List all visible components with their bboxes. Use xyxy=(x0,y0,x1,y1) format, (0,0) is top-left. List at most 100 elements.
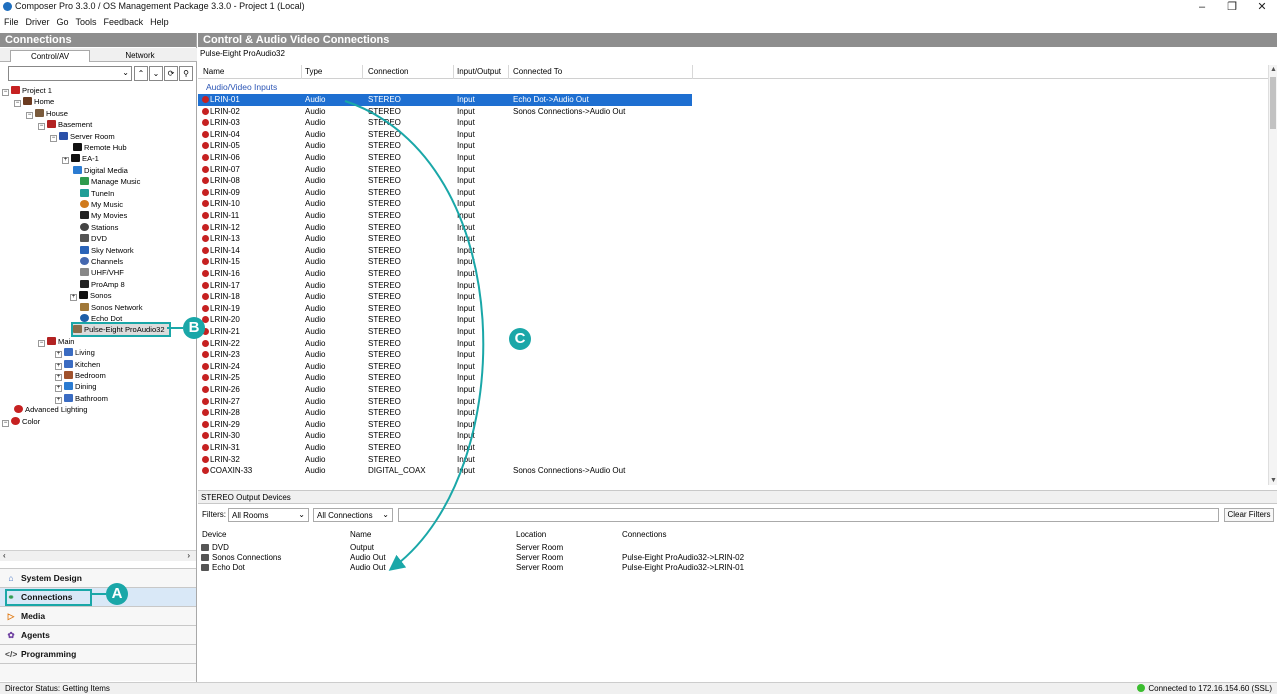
tree-item-proamp[interactable]: ProAmp 8 xyxy=(80,279,125,290)
tree-item-my-music[interactable]: My Music xyxy=(80,199,123,210)
filter-icon[interactable]: ⚲ xyxy=(179,66,193,81)
table-row[interactable]: LRIN-21 Audio STEREO Input xyxy=(198,326,692,338)
col-connection[interactable]: Connection xyxy=(368,67,408,76)
grid-vertical-scrollbar[interactable]: ▲ ▼ xyxy=(1268,65,1277,485)
list-item[interactable]: DVD Output Server Room xyxy=(198,543,1277,553)
expand-icon[interactable]: + xyxy=(55,374,62,381)
table-row[interactable]: LRIN-13 Audio STEREO Input xyxy=(198,233,692,245)
table-row[interactable]: LRIN-07 Audio STEREO Input xyxy=(198,164,692,176)
tree-item-bedroom[interactable]: + Bedroom xyxy=(55,370,106,381)
col-connected-to[interactable]: Connected To xyxy=(513,67,562,76)
tree-item-echo-dot[interactable]: Echo Dot xyxy=(80,313,122,324)
tree-item-stations[interactable]: Stations xyxy=(80,222,118,233)
col-input-output[interactable]: Input/Output xyxy=(457,67,501,76)
tree-item-sky-network[interactable]: Sky Network xyxy=(80,245,134,256)
table-row[interactable]: LRIN-17 Audio STEREO Input xyxy=(198,280,692,292)
tree-item-house[interactable]: − House xyxy=(26,108,68,119)
tree-item-tunein[interactable]: TuneIn xyxy=(80,188,114,199)
col-device[interactable]: Device xyxy=(202,530,226,539)
chevron-left-icon[interactable]: ‹ xyxy=(3,551,6,560)
scroll-thumb[interactable] xyxy=(1270,77,1276,129)
tree-item-remote-hub[interactable]: Remote Hub xyxy=(73,142,127,153)
table-row[interactable]: LRIN-23 Audio STEREO Input xyxy=(198,349,692,361)
nav-connections[interactable]: ⚭ Connections xyxy=(0,587,196,606)
menu-go[interactable]: Go xyxy=(53,14,72,27)
tree-item-bathroom[interactable]: + Bathroom xyxy=(55,393,108,404)
minimize-button[interactable]: – xyxy=(1187,0,1217,14)
table-row[interactable]: LRIN-30 Audio STEREO Input xyxy=(198,430,692,442)
maximize-button[interactable]: ❐ xyxy=(1217,0,1247,14)
collapse-icon[interactable]: − xyxy=(38,339,45,347)
table-row[interactable]: LRIN-28 Audio STEREO Input xyxy=(198,407,692,419)
table-row[interactable]: LRIN-02 Audio STEREO Input Sonos Connections… xyxy=(198,106,692,118)
tree-horizontal-scrollbar[interactable]: ‹ › xyxy=(0,550,196,561)
tree-item-my-movies[interactable]: My Movies xyxy=(80,210,127,221)
menu-driver[interactable]: Driver xyxy=(22,14,53,27)
table-row[interactable]: LRIN-27 Audio STEREO Input xyxy=(198,396,692,408)
tree-item-color[interactable]: − Color xyxy=(2,416,40,427)
tree-item-main[interactable]: − Main xyxy=(38,336,74,347)
refresh-icon[interactable]: ⟳ xyxy=(164,66,178,81)
col-connections[interactable]: Connections xyxy=(622,530,666,539)
expand-icon[interactable]: + xyxy=(55,385,62,393)
tree-item-server-room[interactable]: − Server Room xyxy=(50,131,115,142)
table-row[interactable]: LRIN-19 Audio STEREO Input xyxy=(198,303,692,315)
tree-item-manage-music[interactable]: Manage Music xyxy=(80,176,140,187)
tree-item-kitchen[interactable]: + Kitchen xyxy=(55,359,100,370)
table-row[interactable]: LRIN-18 Audio STEREO Input xyxy=(198,291,692,303)
menu-feedback[interactable]: Feedback xyxy=(100,14,147,27)
tree-item-digital-media[interactable]: Digital Media xyxy=(73,165,128,176)
table-row[interactable]: LRIN-29 Audio STEREO Input xyxy=(198,419,692,431)
chevron-up-icon[interactable]: ⌃ xyxy=(134,66,148,81)
menu-help[interactable]: Help xyxy=(146,14,172,27)
menu-file[interactable]: File xyxy=(0,14,22,27)
chevron-up-icon[interactable]: ▲ xyxy=(1270,66,1277,73)
table-row[interactable]: LRIN-05 Audio STEREO Input xyxy=(198,140,692,152)
table-row[interactable]: LRIN-26 Audio STEREO Input xyxy=(198,384,692,396)
close-button[interactable]: ✕ xyxy=(1247,0,1277,14)
expand-icon[interactable]: + xyxy=(70,294,77,302)
tree-filter-combo[interactable]: ⌄ xyxy=(8,66,132,81)
list-item[interactable]: Echo Dot Audio Out Server Room Pulse-Eight … xyxy=(198,563,1277,573)
tree-item-living[interactable]: + Living xyxy=(55,347,95,359)
table-row[interactable]: LRIN-15 Audio STEREO Input xyxy=(198,256,692,268)
tab-network[interactable]: Network xyxy=(90,50,190,62)
tree-item-project[interactable]: − Project 1 xyxy=(2,85,52,96)
expand-icon[interactable]: + xyxy=(55,351,62,359)
tree-item-sonos[interactable]: + Sonos xyxy=(70,290,112,302)
table-row[interactable]: LRIN-31 Audio STEREO Input xyxy=(198,442,692,454)
chevron-down-icon[interactable]: ▼ xyxy=(1270,477,1277,484)
table-row[interactable]: LRIN-11 Audio STEREO Input xyxy=(198,210,692,222)
table-row[interactable]: LRIN-24 Audio STEREO Input xyxy=(198,361,692,373)
tree-item-sonos-network[interactable]: Sonos Network xyxy=(80,302,143,313)
clear-filters-button[interactable]: Clear Filters xyxy=(1224,508,1274,522)
table-row[interactable]: COAXIN-33 Audio DIGITAL_COAX Input Sonos Con… xyxy=(198,465,692,477)
col-type[interactable]: Type xyxy=(305,67,322,76)
collapse-icon[interactable]: − xyxy=(38,123,45,131)
expand-icon[interactable]: + xyxy=(62,157,69,165)
table-row[interactable]: LRIN-03 Audio STEREO Input xyxy=(198,117,692,129)
table-row[interactable]: LRIN-08 Audio STEREO Input xyxy=(198,175,692,187)
tree-item-home[interactable]: − Home xyxy=(14,96,54,108)
table-row[interactable]: LRIN-16 Audio STEREO Input xyxy=(198,268,692,280)
tree-item-ea1[interactable]: + EA-1 xyxy=(62,153,99,165)
col-output-name[interactable]: Name xyxy=(350,530,371,539)
tab-control-av[interactable]: Control/AV xyxy=(10,50,90,62)
table-row[interactable]: LRIN-32 Audio STEREO Input xyxy=(198,454,692,466)
collapse-icon[interactable]: − xyxy=(14,100,21,108)
collapse-icon[interactable]: − xyxy=(2,89,9,96)
table-row[interactable]: LRIN-25 Audio STEREO Input xyxy=(198,372,692,384)
table-row[interactable]: LRIN-04 Audio STEREO Input xyxy=(198,129,692,141)
tree-item-pulse-eight[interactable]: Pulse-Eight ProAudio32 xyxy=(71,322,171,338)
chevron-right-icon[interactable]: › xyxy=(187,551,190,560)
expand-icon[interactable]: + xyxy=(55,396,62,404)
chevron-down-icon[interactable]: ⌄ xyxy=(149,66,163,81)
table-row[interactable]: LRIN-10 Audio STEREO Input xyxy=(198,198,692,210)
col-name[interactable]: Name xyxy=(203,67,224,76)
nav-system-design[interactable]: ⌂ System Design xyxy=(0,568,196,587)
table-row[interactable]: LRIN-06 Audio STEREO Input xyxy=(198,152,692,164)
collapse-icon[interactable]: − xyxy=(26,111,33,119)
table-row[interactable]: LRIN-22 Audio STEREO Input xyxy=(198,338,692,350)
nav-agents[interactable]: ✿ Agents xyxy=(0,625,196,644)
filter-search-input[interactable] xyxy=(398,508,1219,522)
